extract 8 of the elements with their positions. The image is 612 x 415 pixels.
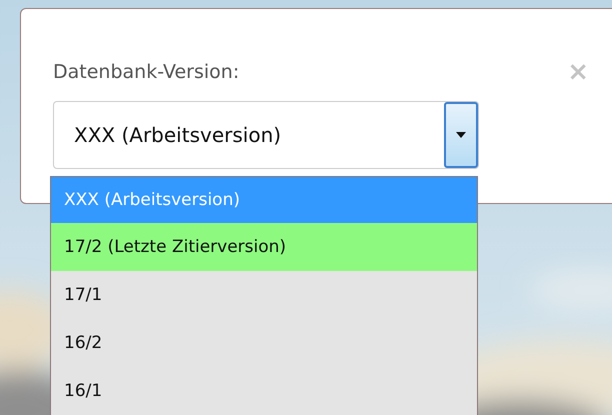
dropdown-option[interactable]: 17/2 (Letzte Zitierversion) [51, 223, 477, 271]
dropdown-option[interactable]: 16/1 [51, 367, 477, 415]
dropdown-option[interactable]: 17/1 [51, 271, 477, 319]
dropdown-button[interactable] [444, 102, 478, 168]
caret-icon [456, 132, 466, 138]
field-label: Datenbank-Version: [53, 61, 240, 83]
version-select[interactable]: XXX (Arbeitsversion) [53, 101, 479, 169]
dropdown-option[interactable]: 16/2 [51, 319, 477, 367]
